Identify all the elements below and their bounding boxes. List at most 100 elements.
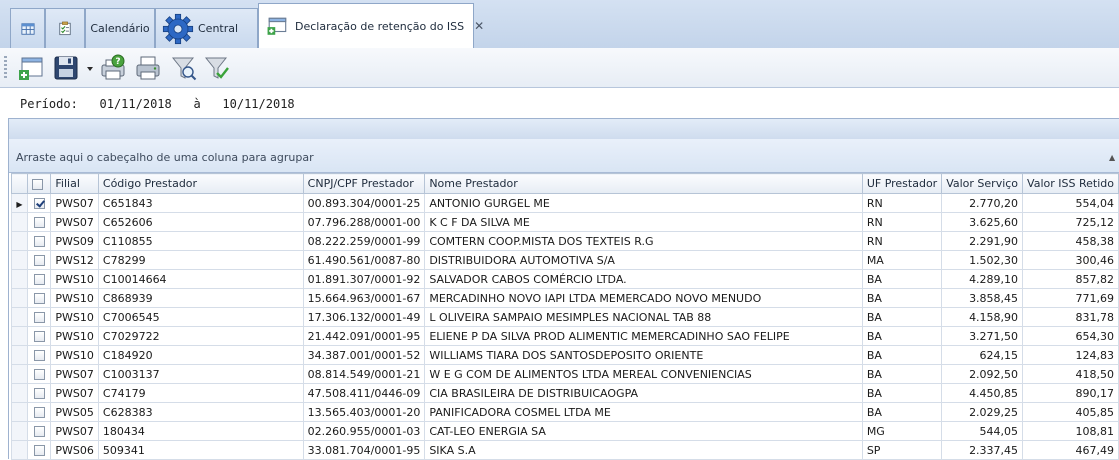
chevron-down-icon[interactable]	[86, 65, 94, 73]
cell-cnpj-cpf[interactable]: 21.442.091/0001-95	[302, 326, 426, 346]
row-indicator[interactable]	[11, 345, 28, 365]
print-preview-button[interactable]: ?	[98, 53, 128, 83]
cell-valor-iss[interactable]: 654,30	[1022, 326, 1119, 346]
col-header-filial[interactable]: Filial	[50, 173, 99, 194]
cell-codigo-prestador[interactable]: C652606	[97, 212, 304, 232]
cell-valor-servico[interactable]: 3.625,60	[941, 212, 1024, 232]
cell-codigo-prestador[interactable]: C184920	[97, 345, 304, 365]
row-checkbox[interactable]	[33, 274, 45, 285]
table-row[interactable]: PWS10 C868939 15.664.963/0001-67 MERCADINHO…	[11, 288, 1119, 308]
filter-apply-button[interactable]	[202, 53, 232, 83]
table-row[interactable]: PWS07 C74179 47.508.411/0446-09 CIA BRASILE…	[11, 383, 1119, 403]
cell-cnpj-cpf[interactable]: 08.222.259/0001-99	[302, 231, 426, 251]
cell-codigo-prestador[interactable]: C651843	[97, 193, 304, 213]
cell-nome-prestador[interactable]: K C F DA SILVA ME	[424, 212, 863, 232]
cell-uf-prestador[interactable]: BA	[861, 383, 943, 403]
save-button[interactable]	[51, 53, 81, 83]
table-row[interactable]: PWS05 C628383 13.565.403/0001-20 PANIFICADO…	[11, 402, 1119, 422]
col-header-valor-servico[interactable]: Valor Serviço	[941, 173, 1024, 194]
cell-codigo-prestador[interactable]: C7006545	[97, 307, 304, 327]
cell-valor-servico[interactable]: 1.502,30	[941, 250, 1024, 270]
row-select-cell[interactable]	[26, 193, 52, 213]
row-checkbox[interactable]	[33, 255, 45, 266]
row-select-cell[interactable]	[26, 269, 52, 289]
table-row[interactable]: ▶ PWS07 C651843 00.893.304/0001-25 ANTONIO G…	[11, 193, 1119, 213]
cell-filial[interactable]: PWS07	[50, 383, 99, 403]
cell-valor-iss[interactable]: 458,38	[1022, 231, 1119, 251]
cell-filial[interactable]: PWS07	[50, 421, 99, 441]
row-indicator[interactable]	[11, 326, 28, 346]
row-checkbox[interactable]	[33, 198, 45, 209]
cell-uf-prestador[interactable]: BA	[861, 402, 943, 422]
cell-filial[interactable]: PWS10	[50, 345, 99, 365]
row-indicator[interactable]	[11, 307, 28, 327]
cell-cnpj-cpf[interactable]: 13.565.403/0001-20	[302, 402, 426, 422]
cell-uf-prestador[interactable]: BA	[861, 364, 943, 384]
cell-codigo-prestador[interactable]: C74179	[97, 383, 304, 403]
cell-valor-iss[interactable]: 857,82	[1022, 269, 1119, 289]
cell-uf-prestador[interactable]: BA	[861, 288, 943, 308]
table-row[interactable]: PWS07 180434 02.260.955/0001-03 CAT-LEO ENE…	[11, 421, 1119, 441]
col-header-cnpj-cpf[interactable]: CNPJ/CPF Prestador	[302, 173, 426, 194]
cell-valor-servico[interactable]: 2.029,25	[941, 402, 1024, 422]
cell-valor-servico[interactable]: 544,05	[941, 421, 1024, 441]
row-checkbox[interactable]	[33, 293, 45, 304]
cell-cnpj-cpf[interactable]: 01.891.307/0001-92	[302, 269, 426, 289]
cell-valor-iss[interactable]: 554,04	[1022, 193, 1119, 213]
cell-valor-servico[interactable]: 2.337,45	[941, 440, 1024, 460]
cell-filial[interactable]: PWS09	[50, 231, 99, 251]
row-checkbox[interactable]	[33, 236, 45, 247]
toolbar-grip[interactable]	[4, 56, 7, 80]
row-select-cell[interactable]	[26, 212, 52, 232]
cell-filial[interactable]: PWS10	[50, 307, 99, 327]
cell-cnpj-cpf[interactable]: 08.814.549/0001-21	[302, 364, 426, 384]
row-select-cell[interactable]	[26, 383, 52, 403]
col-header-nome-prestador[interactable]: Nome Prestador	[424, 173, 863, 194]
print-button[interactable]	[133, 53, 163, 83]
row-checkbox[interactable]	[33, 369, 45, 380]
cell-valor-servico[interactable]: 3.858,45	[941, 288, 1024, 308]
cell-nome-prestador[interactable]: ELIENE P DA SILVA PROD ALIMENTIC MEMERCA…	[424, 326, 863, 346]
row-select-cell[interactable]	[26, 288, 52, 308]
cell-nome-prestador[interactable]: DISTRIBUIDORA AUTOMOTIVA S/A	[424, 250, 863, 270]
row-indicator[interactable]	[11, 250, 28, 270]
cell-cnpj-cpf[interactable]: 02.260.955/0001-03	[302, 421, 426, 441]
cell-valor-servico[interactable]: 2.291,90	[941, 231, 1024, 251]
cell-nome-prestador[interactable]: L OLIVEIRA SAMPAIO MESIMPLES NACIONAL TA…	[424, 307, 863, 327]
row-indicator[interactable]	[11, 421, 28, 441]
table-row[interactable]: PWS07 C1003137 08.814.549/0001-21 W E G COM…	[11, 364, 1119, 384]
cell-valor-servico[interactable]: 4.450,85	[941, 383, 1024, 403]
cell-codigo-prestador[interactable]: C110855	[97, 231, 304, 251]
row-checkbox[interactable]	[33, 312, 45, 323]
row-select-cell[interactable]	[26, 345, 52, 365]
row-indicator[interactable]	[11, 269, 28, 289]
close-tab-icon[interactable]: ✕	[474, 19, 484, 33]
cell-filial[interactable]: PWS06	[50, 440, 99, 460]
row-checkbox[interactable]	[33, 388, 45, 399]
table-row[interactable]: PWS10 C184920 34.387.001/0001-52 WILLIAMS T…	[11, 345, 1119, 365]
cell-cnpj-cpf[interactable]: 47.508.411/0446-09	[302, 383, 426, 403]
select-all-checkbox[interactable]	[31, 178, 43, 190]
row-checkbox[interactable]	[33, 407, 45, 418]
row-indicator[interactable]	[11, 440, 28, 460]
scroll-up-button[interactable]: ▲	[1109, 153, 1119, 167]
cell-codigo-prestador[interactable]: C628383	[97, 402, 304, 422]
select-all-header[interactable]	[26, 173, 52, 194]
table-row[interactable]: PWS10 C7029722 21.442.091/0001-95 ELIENE P …	[11, 326, 1119, 346]
row-select-cell[interactable]	[26, 440, 52, 460]
table-row[interactable]: PWS10 C10014664 01.891.307/0001-92 SALVADOR…	[11, 269, 1119, 289]
row-select-cell[interactable]	[26, 364, 52, 384]
cell-valor-iss[interactable]: 890,17	[1022, 383, 1119, 403]
table-row[interactable]: PWS06 509341 33.081.704/0001-95 SIKA S.A SP 2…	[11, 440, 1119, 460]
cell-filial[interactable]: PWS05	[50, 402, 99, 422]
group-by-panel[interactable]: Arraste aqui o cabeçalho de uma coluna p…	[9, 139, 1119, 173]
tab-declaracao-iss[interactable]: Declaração de retenção do ISS ✕	[258, 3, 484, 48]
col-header-valor-iss[interactable]: Valor ISS Retido	[1022, 173, 1119, 194]
row-select-cell[interactable]	[26, 421, 52, 441]
cell-cnpj-cpf[interactable]: 00.893.304/0001-25	[302, 193, 426, 213]
col-header-codigo-prestador[interactable]: Código Prestador	[97, 173, 304, 194]
row-select-cell[interactable]	[26, 307, 52, 327]
cell-filial[interactable]: PWS10	[50, 326, 99, 346]
table-row[interactable]: PWS07 C652606 07.796.288/0001-00 K C F DA S…	[11, 212, 1119, 232]
cell-valor-iss[interactable]: 418,50	[1022, 364, 1119, 384]
